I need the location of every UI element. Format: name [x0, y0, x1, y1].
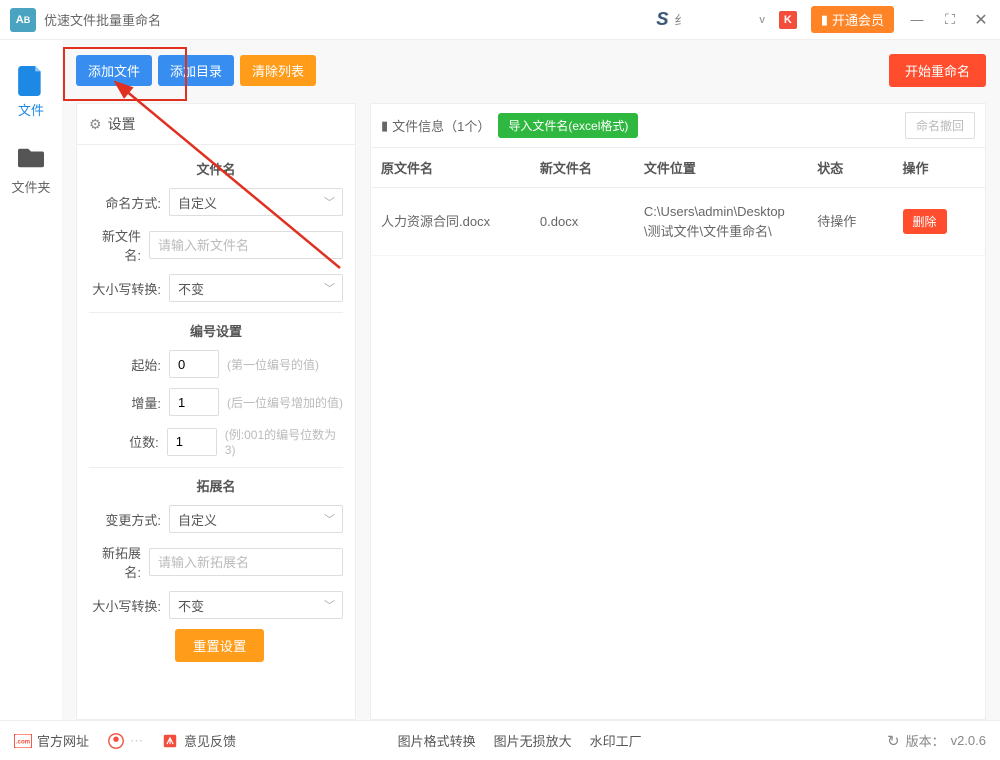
start-rename-button[interactable]: 开始重命名	[889, 54, 986, 87]
case-select[interactable]: ﹀	[169, 274, 343, 302]
titlebar: AB 优速文件批量重命名 S 纟 v K ▮ 开通会员 — ⛶ ✕	[0, 0, 1000, 40]
plugin-dropdown[interactable]: S 纟 v	[656, 9, 765, 30]
sidebar-item-file[interactable]: 文件	[0, 56, 62, 133]
add-dir-button[interactable]: 添加目录	[158, 55, 234, 86]
cell-new: 0.docx	[530, 188, 634, 256]
document-icon: ▮	[381, 118, 388, 134]
naming-mode-select[interactable]: ﹀	[169, 188, 343, 216]
import-excel-button[interactable]: 导入文件名(excel格式)	[498, 113, 638, 138]
col-action: 操作	[893, 148, 986, 188]
add-file-button[interactable]: 添加文件	[76, 55, 152, 86]
minimize-button[interactable]: —	[908, 11, 926, 29]
col-path: 文件位置	[634, 148, 807, 188]
s-logo-icon: S	[656, 9, 668, 30]
support-link[interactable]: ⋯	[107, 732, 143, 750]
vip-button[interactable]: ▮ 开通会员	[811, 6, 894, 33]
antivirus-badge-icon[interactable]: K	[779, 11, 797, 29]
file-info-label: ▮ 文件信息（1个）	[381, 116, 490, 135]
file-icon	[18, 66, 44, 96]
settings-panel: ⚙ 设置 文件名 命名方式: ﹀ 新文件名:	[76, 103, 356, 720]
delete-row-button[interactable]: 删除	[903, 209, 947, 234]
version-label: ↻ 版本：v2.0.6	[887, 731, 986, 750]
settings-head: ⚙ 设置	[77, 104, 355, 145]
numbering-section-label: 编号设置	[89, 312, 343, 350]
col-orig: 原文件名	[371, 148, 530, 188]
new-ext-input[interactable]	[149, 548, 343, 576]
feedback-link[interactable]: 意见反馈	[161, 731, 236, 750]
undo-button[interactable]: 命名撤回	[905, 112, 975, 139]
refresh-icon[interactable]: ↻	[887, 732, 900, 750]
col-new: 新文件名	[530, 148, 634, 188]
footer: .com 官方网址 ⋯ 意见反馈 图片格式转换 图片无损放大 水印工厂 ↻ 版本…	[0, 720, 1000, 760]
toolbar: 添加文件 添加目录 清除列表 开始重命名	[76, 54, 986, 87]
official-site-link[interactable]: .com 官方网址	[14, 731, 89, 750]
filename-section-label: 文件名	[89, 155, 343, 188]
sidebar-item-folder[interactable]: 文件夹	[0, 133, 62, 210]
feedback-icon	[161, 734, 179, 748]
headset-icon	[107, 732, 125, 750]
folder-icon	[18, 143, 44, 173]
ext-section-label: 拓展名	[89, 467, 343, 505]
app-title: 优速文件批量重命名	[44, 10, 656, 29]
gear-icon: ⚙	[89, 116, 102, 133]
file-table: 原文件名 新文件名 文件位置 状态 操作 人力资源合同.docx0.docxC:…	[371, 148, 985, 256]
increment-input[interactable]	[169, 388, 219, 416]
svg-text:.com: .com	[16, 738, 31, 745]
watermark-link[interactable]: 水印工厂	[590, 731, 642, 750]
new-filename-input[interactable]	[149, 231, 343, 259]
reset-button[interactable]: 重置设置	[175, 629, 264, 662]
close-button[interactable]: ✕	[972, 11, 990, 29]
app-icon: AB	[10, 8, 36, 32]
digits-input[interactable]	[167, 428, 217, 456]
start-input[interactable]	[169, 350, 219, 378]
clear-list-button[interactable]: 清除列表	[240, 55, 316, 86]
maximize-button[interactable]: ⛶	[940, 11, 958, 29]
cell-orig: 人力资源合同.docx	[371, 188, 530, 256]
table-row: 人力资源合同.docx0.docxC:\Users\admin\Desktop\…	[371, 188, 985, 256]
ext-case-select[interactable]: ﹀	[169, 591, 343, 619]
sidebar: 文件 文件夹	[0, 40, 62, 720]
img-convert-link[interactable]: 图片格式转换	[398, 731, 476, 750]
crown-icon: ▮	[821, 12, 828, 28]
website-icon: .com	[14, 734, 32, 748]
cell-path: C:\Users\admin\Desktop\测试文件\文件重命名\	[634, 188, 807, 256]
col-status: 状态	[807, 148, 892, 188]
filelist-panel: ▮ 文件信息（1个） 导入文件名(excel格式) 命名撤回 原文件名 新文件名…	[370, 103, 986, 720]
ext-mode-select[interactable]: ﹀	[169, 505, 343, 533]
cell-status: 待操作	[807, 188, 892, 256]
img-enlarge-link[interactable]: 图片无损放大	[494, 731, 572, 750]
